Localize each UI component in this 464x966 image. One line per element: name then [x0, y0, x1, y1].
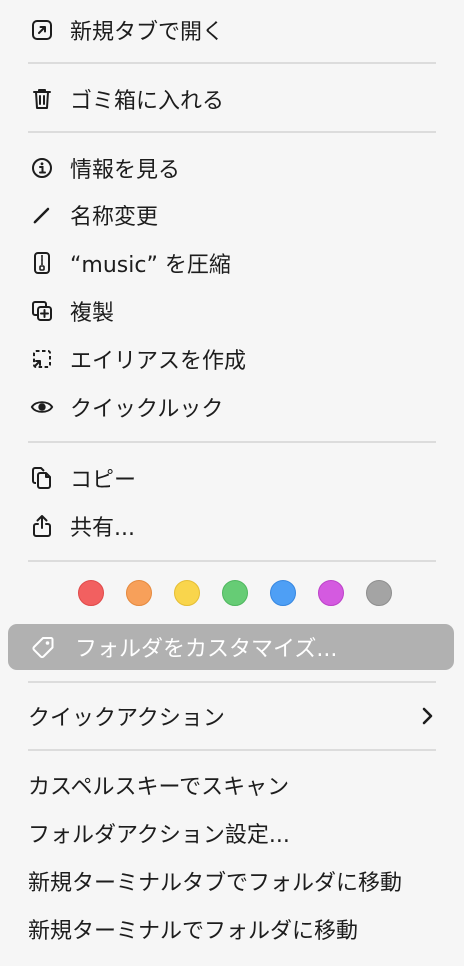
- menu-item-copy[interactable]: コピー: [0, 455, 464, 501]
- menu-item-rename[interactable]: 名称変更: [0, 192, 464, 238]
- menu-separator: [28, 681, 436, 683]
- menu-item-folder-action-setup[interactable]: フォルダアクション設定...: [0, 810, 464, 856]
- menu-item-new-terminal-tab-at-folder[interactable]: 新規ターミナルタブでフォルダに移動: [0, 858, 464, 904]
- menu-item-label: 複製: [70, 301, 115, 326]
- context-menu: 新規タブで開く ゴミ箱に入れる 情報を見る 名称変更 “music” を圧縮 複…: [0, 0, 464, 966]
- menu-item-move-to-trash[interactable]: ゴミ箱に入れる: [0, 76, 464, 122]
- menu-item-label: カスペルスキーでスキャン: [28, 775, 290, 800]
- tag-gray[interactable]: [366, 580, 392, 606]
- menu-item-duplicate[interactable]: 複製: [0, 288, 464, 334]
- share-icon: [30, 514, 54, 538]
- menu-item-label: 新規ターミナルタブでフォルダに移動: [28, 871, 403, 896]
- menu-item-label: 名称変更: [70, 205, 159, 230]
- menu-separator: [28, 62, 436, 64]
- menu-item-label: “music” を圧縮: [70, 253, 231, 278]
- menu-item-share[interactable]: 共有...: [0, 503, 464, 549]
- menu-item-label: 新規タブで開く: [70, 20, 225, 45]
- menu-item-label: コピー: [70, 468, 137, 493]
- tag-red[interactable]: [78, 580, 104, 606]
- menu-item-make-alias[interactable]: エイリアスを作成: [0, 336, 464, 382]
- menu-separator: [28, 560, 436, 562]
- tag-purple[interactable]: [318, 580, 344, 606]
- menu-item-label: クイックルック: [70, 397, 224, 422]
- tag-icon: [30, 634, 56, 660]
- menu-item-label: エイリアスを作成: [70, 349, 247, 374]
- zip-archive-icon: [30, 251, 54, 275]
- menu-item-customize-folder[interactable]: フォルダをカスタマイズ...: [8, 624, 454, 670]
- menu-item-label: ゴミ箱に入れる: [70, 89, 225, 114]
- menu-separator: [28, 749, 436, 751]
- open-in-new-tab-icon: [30, 18, 54, 42]
- menu-item-label: 新規ターミナルでフォルダに移動: [28, 919, 359, 944]
- menu-item-label: フォルダをカスタマイズ...: [75, 637, 338, 662]
- menu-item-compress[interactable]: “music” を圧縮: [0, 240, 464, 286]
- menu-item-get-info[interactable]: 情報を見る: [0, 145, 464, 191]
- trash-icon: [30, 87, 54, 111]
- menu-item-label: 情報を見る: [70, 158, 181, 183]
- menu-item-label: フォルダアクション設定...: [28, 823, 290, 848]
- duplicate-icon: [30, 299, 54, 323]
- tag-blue[interactable]: [270, 580, 296, 606]
- pencil-icon: [30, 203, 54, 227]
- menu-item-new-terminal-at-folder[interactable]: 新規ターミナルでフォルダに移動: [0, 906, 464, 952]
- alias-icon: [30, 347, 54, 371]
- copy-icon: [30, 466, 54, 490]
- eye-icon: [30, 395, 54, 419]
- menu-item-open-new-tab[interactable]: 新規タブで開く: [0, 7, 464, 53]
- menu-separator: [28, 131, 436, 133]
- menu-item-label: 共有...: [70, 516, 135, 541]
- tag-green[interactable]: [222, 580, 248, 606]
- menu-item-quick-look[interactable]: クイックルック: [0, 384, 464, 430]
- info-icon: [30, 156, 54, 180]
- chevron-right-icon: [418, 706, 436, 726]
- tag-yellow[interactable]: [174, 580, 200, 606]
- menu-item-scan-kaspersky[interactable]: カスペルスキーでスキャン: [0, 762, 464, 808]
- menu-item-label: クイックアクション: [28, 706, 225, 731]
- tag-orange[interactable]: [126, 580, 152, 606]
- menu-item-quick-actions[interactable]: クイックアクション: [0, 693, 464, 739]
- menu-separator: [28, 441, 436, 443]
